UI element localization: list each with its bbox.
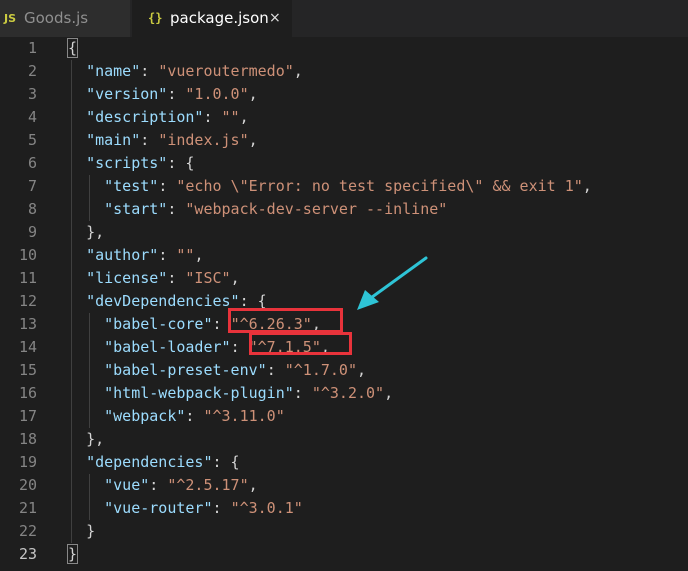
json-file-icon: {}	[148, 11, 163, 25]
tab-label: package.json	[170, 9, 269, 27]
json-value: "^3.0.1"	[230, 499, 303, 517]
json-value: "^3.11.0"	[203, 407, 285, 425]
json-value: "^3.2.0"	[311, 384, 385, 402]
open-brace: {	[66, 38, 79, 58]
json-key: "test"	[104, 177, 159, 195]
json-value: "^1.7.0"	[284, 361, 357, 379]
code-line: "name": "vueroutermedo",	[86, 62, 303, 80]
json-key: "author"	[86, 246, 159, 264]
json-value: "^2.5.17"	[167, 476, 249, 494]
json-value: "webpack-dev-server --inline"	[185, 200, 448, 218]
json-key: "html-webpack-plugin"	[104, 384, 294, 402]
code-line: "description": "",	[86, 108, 249, 126]
js-file-icon: JS	[4, 12, 17, 25]
json-key: "babel-loader"	[104, 338, 231, 356]
json-value: ""	[221, 108, 240, 126]
code-line: "dependencies": {	[86, 453, 240, 471]
code-line: {	[66, 37, 79, 60]
json-value: "echo \"Error: no test specified\" && ex…	[176, 177, 583, 195]
json-key: "description"	[86, 108, 204, 126]
json-key: "babel-core"	[104, 315, 213, 333]
code-line: "main": "index.js",	[86, 131, 258, 149]
close-brace: }	[66, 544, 79, 564]
code-line: },	[86, 223, 105, 241]
annotation-box-babel-loader	[249, 332, 352, 355]
code-line: "webpack": "^3.11.0"	[104, 407, 285, 425]
code-line: },	[86, 430, 105, 448]
json-key: "license"	[86, 269, 168, 287]
json-key: "babel-preset-env"	[104, 361, 267, 379]
code-line: "vue": "^2.5.17",	[104, 476, 258, 494]
code-line: }	[86, 522, 96, 540]
code-line: "scripts": {	[86, 154, 195, 172]
close-icon[interactable]: ×	[269, 0, 281, 37]
code-line: "start": "webpack-dev-server --inline"	[104, 200, 448, 218]
tab-package-json[interactable]: {} package.json ×	[132, 0, 292, 37]
annotation-box-babel-core	[228, 308, 343, 333]
code-line: "html-webpack-plugin": "^3.2.0",	[104, 384, 394, 402]
tab-label: Goods.js	[24, 9, 89, 27]
code-line: "author": "",	[86, 246, 204, 264]
json-key: "vue"	[104, 476, 150, 494]
annotation-arrow-icon	[357, 256, 428, 310]
code-line: }	[66, 543, 79, 566]
code-line: "test": "echo \"Error: no test specified…	[104, 177, 592, 195]
json-value: "index.js"	[158, 131, 249, 149]
json-key: "main"	[86, 131, 141, 149]
json-key: "scripts"	[86, 154, 168, 172]
code-editor: JS Goods.js {} package.json × 1 2 3 4 5 …	[0, 0, 688, 571]
json-value: "ISC"	[185, 269, 231, 287]
json-key: "dependencies"	[86, 453, 213, 471]
code-line: "vue-router": "^3.0.1"	[104, 499, 303, 517]
tab-bar: JS Goods.js {} package.json ×	[0, 0, 688, 37]
json-key: "name"	[86, 62, 141, 80]
code-line: "babel-preset-env": "^1.7.0",	[104, 361, 367, 379]
tab-goods-js[interactable]: JS Goods.js	[0, 0, 131, 37]
json-key: "version"	[86, 85, 168, 103]
json-value: ""	[176, 246, 195, 264]
json-key: "webpack"	[104, 407, 186, 425]
json-key: "start"	[104, 200, 168, 218]
json-value: "vueroutermedo"	[158, 62, 294, 80]
json-value: "1.0.0"	[185, 85, 249, 103]
json-key: "devDependencies"	[86, 292, 240, 310]
json-key: "vue-router"	[104, 499, 213, 517]
code-line: "version": "1.0.0",	[86, 85, 258, 103]
code-line: "license": "ISC",	[86, 269, 240, 287]
